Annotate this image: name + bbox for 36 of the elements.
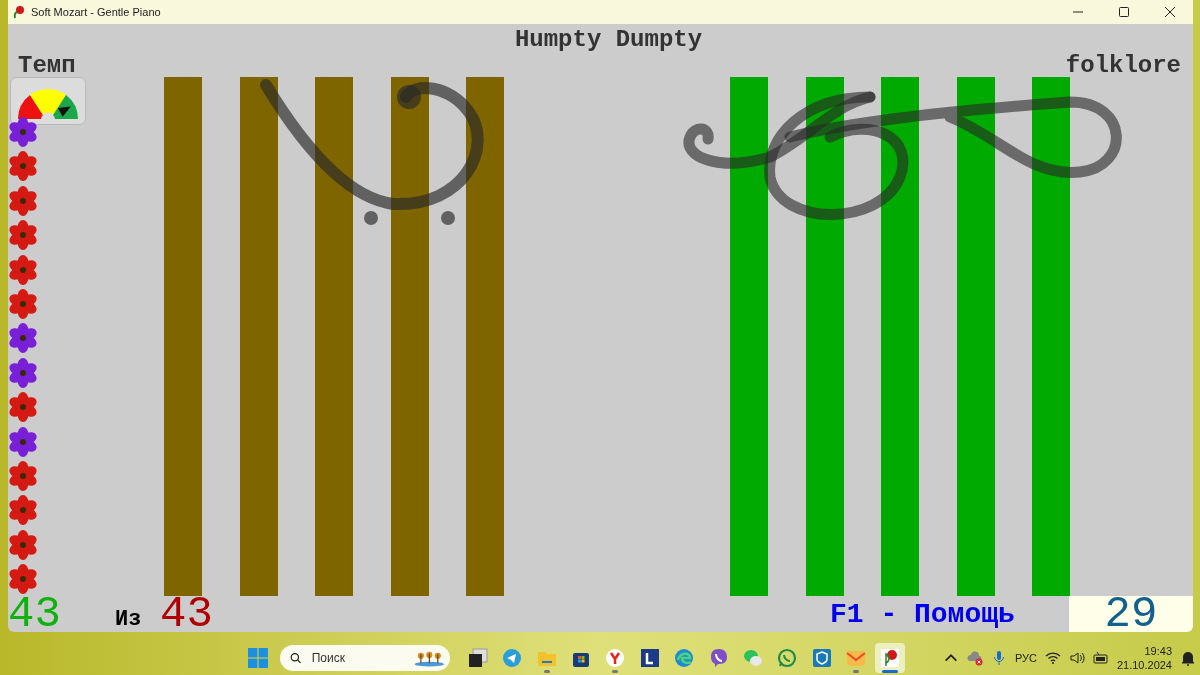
close-icon [1165, 7, 1175, 17]
help-hint: F1 - Помощь [830, 598, 1016, 630]
search-bar[interactable]: Поиск [280, 644, 451, 671]
volume-icon[interactable] [1068, 649, 1085, 666]
flower-note-icon [880, 647, 901, 668]
genre-label: folklore [1065, 52, 1181, 79]
of-label: Из [115, 607, 143, 632]
l-letter-icon [639, 647, 660, 668]
paper-plane-icon [502, 647, 523, 668]
clock-time: 19:43 [1144, 643, 1172, 658]
taskbar-app[interactable] [875, 642, 906, 673]
score-counter: 29 [1069, 596, 1193, 632]
clock-date: 21.10.2024 [1116, 657, 1172, 672]
tempo-gauge[interactable] [10, 77, 86, 125]
shield-icon [811, 647, 832, 668]
song-title: Humpty Dumpty [514, 25, 703, 53]
window-title: Soft Mozart - Gentle Piano [31, 6, 161, 18]
task-view-icon [467, 647, 488, 668]
played-count: 43 [8, 596, 62, 632]
language-indicator[interactable]: РУС [1014, 651, 1037, 664]
tempo-label: Темп [18, 52, 76, 79]
phone-bubble-icon [708, 647, 729, 668]
search-input[interactable]: Поиск [309, 649, 414, 666]
windows-start-icon[interactable] [248, 647, 268, 668]
total-count: 43 [160, 596, 214, 632]
maximize-icon [1119, 7, 1129, 17]
cloud-error-icon[interactable] [966, 649, 983, 666]
chat-bubbles-icon [742, 647, 763, 668]
search-icon [290, 650, 302, 665]
notification-bell-icon[interactable] [1180, 649, 1196, 666]
app-icon [12, 5, 26, 19]
phone-bubble-icon [777, 647, 798, 668]
y-letter-icon [605, 647, 626, 668]
swirl-icon [674, 647, 695, 668]
battery-icon[interactable] [1092, 649, 1109, 666]
clock[interactable]: 19:43 21.10.2024 [1116, 643, 1172, 672]
